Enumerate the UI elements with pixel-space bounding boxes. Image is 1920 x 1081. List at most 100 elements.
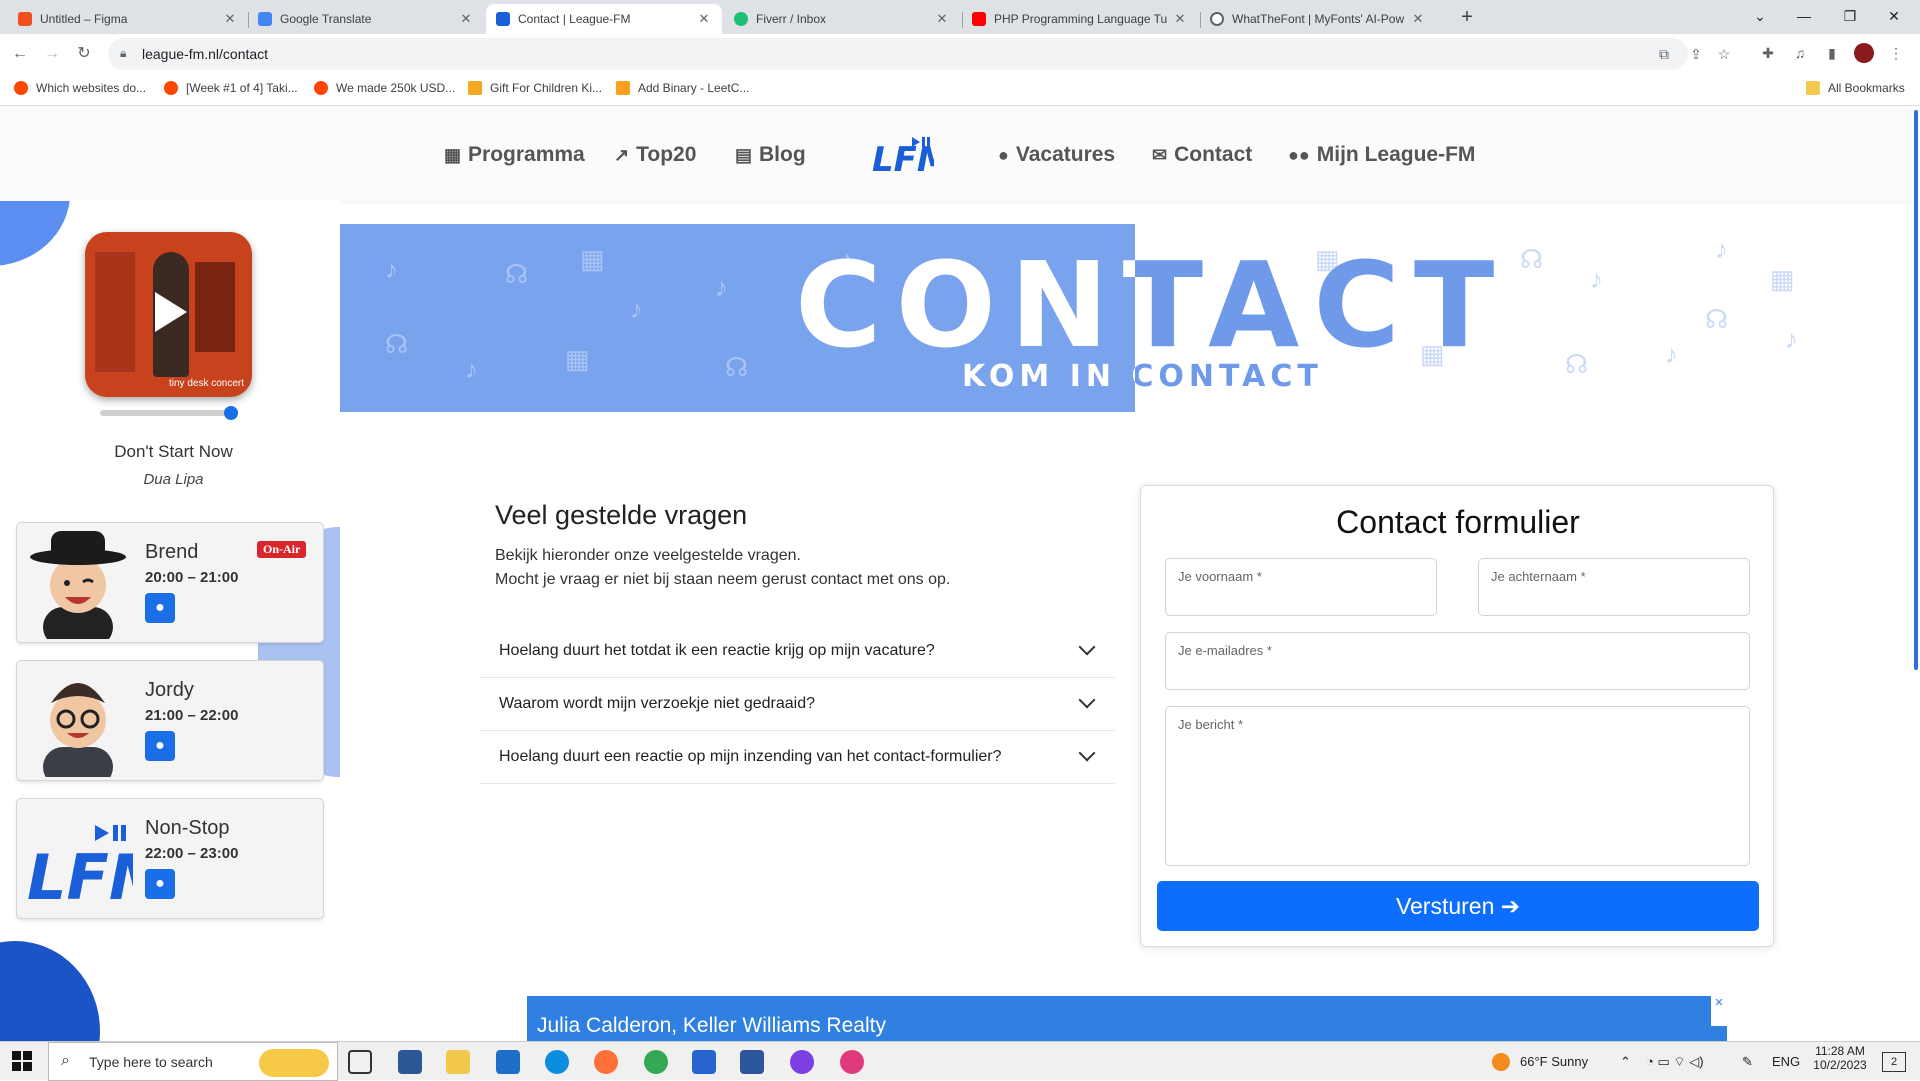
faq-question: Waarom wordt mijn verzoekje niet gedraai…: [499, 695, 815, 712]
word-icon[interactable]: [740, 1050, 764, 1074]
bookmark-item[interactable]: [Week #1 of 4] Taki...: [164, 81, 298, 95]
sidepanel-icon[interactable]: ▮: [1822, 43, 1842, 63]
ad-banner[interactable]: Julia Calderon, Keller Williams Realty ✕: [527, 996, 1727, 1041]
share-icon[interactable]: ⇪: [1686, 44, 1706, 64]
league-fm-logo[interactable]: LFM: [870, 127, 934, 183]
tab-google-translate[interactable]: Google Translate ✕: [248, 4, 484, 34]
nav-vacatures[interactable]: ● Vacatures: [998, 143, 1115, 167]
tab-youtube[interactable]: PHP Programming Language Tu ✕: [962, 4, 1198, 34]
submit-button[interactable]: Versturen ➔: [1157, 881, 1759, 931]
pen-icon[interactable]: ✎: [1742, 1054, 1753, 1070]
leetcode-icon: [616, 81, 630, 95]
faq-item[interactable]: Waarom wordt mijn verzoekje niet gedraai…: [479, 678, 1115, 731]
schedule-card[interactable]: Jordy 21:00 – 22:00 ●: [16, 660, 324, 781]
banner-title: CONTACT KOM IN CONTACT CONTACT KOM IN CO…: [795, 236, 1494, 394]
forward-icon[interactable]: →: [40, 42, 64, 66]
firefox-icon[interactable]: [594, 1050, 618, 1074]
host-profile-button[interactable]: ●: [145, 593, 175, 623]
chrome-icon[interactable]: [644, 1050, 668, 1074]
faq-question: Hoelang duurt een reactie op mijn inzend…: [499, 748, 1002, 765]
url-field[interactable]: 🔒︎ league-fm.nl/contact ⧉ ⇪ ☆: [108, 38, 1730, 70]
bookmark-item[interactable]: We made 250k USD...: [314, 81, 455, 95]
faq-item[interactable]: Hoelang duurt een reactie op mijn inzend…: [479, 731, 1115, 784]
message-field[interactable]: Je bericht *: [1165, 706, 1750, 866]
menu-icon[interactable]: ⋮: [1886, 43, 1906, 63]
faq-title: Veel gestelde vragen: [495, 500, 748, 530]
bookmark-label: Which websites do...: [36, 81, 147, 95]
close-icon[interactable]: ✕: [934, 11, 950, 27]
nav-top20[interactable]: ↗ Top20: [614, 143, 696, 167]
bookmark-item[interactable]: Which websites do...: [14, 81, 146, 95]
scrollbar-thumb[interactable]: [1914, 110, 1918, 670]
translate-page-icon[interactable]: ⧉: [1654, 44, 1674, 64]
lastname-field[interactable]: Je achternaam *: [1478, 558, 1750, 616]
all-bookmarks[interactable]: All Bookmarks: [1806, 81, 1905, 95]
close-icon[interactable]: ✕: [458, 11, 474, 27]
tab-league-fm[interactable]: Contact | League-FM ✕: [486, 4, 722, 34]
clock[interactable]: 11:28 AM 10/2/2023: [1808, 1044, 1872, 1072]
messenger-icon[interactable]: [790, 1050, 814, 1074]
mail-icon[interactable]: [496, 1050, 520, 1074]
close-icon[interactable]: ✕: [222, 11, 238, 27]
decor-blob: [0, 941, 100, 1041]
close-icon[interactable]: ✕: [1172, 11, 1188, 27]
maximize-button[interactable]: ❐: [1830, 4, 1870, 28]
app-icon[interactable]: [840, 1050, 864, 1074]
extensions-icon[interactable]: ✚: [1758, 43, 1778, 63]
nav-contact[interactable]: ✉ Contact: [1152, 143, 1252, 167]
language-indicator[interactable]: ENG: [1772, 1054, 1800, 1069]
schedule-card[interactable]: LFM Non-Stop 22:00 – 23:00 ●: [16, 798, 324, 919]
tab-title: Google Translate: [280, 12, 372, 26]
todo-icon[interactable]: [692, 1050, 716, 1074]
bookmark-item[interactable]: Add Binary - LeetC...: [616, 81, 749, 95]
reload-icon[interactable]: ↻: [72, 42, 96, 66]
nav-blog[interactable]: ▤ Blog: [735, 143, 806, 167]
back-icon[interactable]: ←: [8, 42, 32, 66]
edge-icon[interactable]: [545, 1050, 569, 1074]
site-header: ▦ Programma ↗ Top20 ▤ Blog LFM ● Vacatures ✉…: [0, 107, 1912, 201]
tab-fiverr[interactable]: Fiverr / Inbox ✕: [724, 4, 960, 34]
schedule-card[interactable]: Brend On-Air 20:00 – 21:00 ●: [16, 522, 324, 643]
taskbar-search[interactable]: ⌕ Type here to search: [48, 1042, 338, 1081]
firstname-field[interactable]: Je voornaam *: [1165, 558, 1437, 616]
store-icon[interactable]: [398, 1050, 422, 1074]
host-profile-button[interactable]: ●: [145, 869, 175, 899]
tray-chevron-icon[interactable]: ⌃: [1620, 1054, 1631, 1070]
chevron-down-icon: [1078, 744, 1096, 762]
close-window-button[interactable]: ✕: [1874, 4, 1914, 28]
chevron-down-icon: [1078, 638, 1096, 656]
ad-close-icon[interactable]: ✕: [1711, 996, 1727, 1026]
bookmark-star-icon[interactable]: ☆: [1714, 44, 1734, 64]
submit-label: Versturen: [1395, 893, 1495, 919]
file-explorer-icon[interactable]: [446, 1050, 470, 1074]
progress-handle[interactable]: [224, 406, 238, 420]
tab-search-icon[interactable]: ⌄: [1740, 4, 1780, 28]
faq-item[interactable]: Hoelang duurt het totdat ik een reactie …: [479, 625, 1115, 678]
user-icon: ●: [155, 599, 165, 616]
bookmark-item[interactable]: Gift For Children Ki...: [468, 81, 602, 95]
translate-icon: [258, 12, 272, 26]
close-icon[interactable]: ✕: [696, 11, 712, 27]
tab-strip: Untitled – Figma ✕ Google Translate ✕ Co…: [0, 0, 1920, 34]
notifications-icon[interactable]: 2: [1882, 1052, 1906, 1072]
progress-bar[interactable]: [100, 410, 234, 416]
task-view-icon[interactable]: [348, 1050, 372, 1074]
avatar[interactable]: [1854, 43, 1874, 63]
now-playing-cover[interactable]: tiny desk concert: [85, 232, 252, 397]
minimize-button[interactable]: —: [1784, 4, 1824, 28]
windows-start-icon[interactable]: [12, 1051, 32, 1071]
new-tab-button[interactable]: +: [1455, 6, 1479, 30]
host-profile-button[interactable]: ●: [145, 731, 175, 761]
play-icon[interactable]: [155, 292, 187, 332]
network-icon[interactable]: ◔ ▭ ⌔ ◁): [1646, 1054, 1704, 1070]
nav-programma[interactable]: ▦ Programma: [444, 143, 585, 167]
media-icon[interactable]: ♫: [1790, 43, 1810, 63]
close-icon[interactable]: ✕: [1410, 11, 1426, 27]
nav-mijn-league-fm[interactable]: ●● Mijn League-FM: [1288, 143, 1475, 167]
logo-text: LFM: [27, 841, 133, 914]
bookmark-label: [Week #1 of 4] Taki...: [186, 81, 298, 95]
weather-text[interactable]: 66°F Sunny: [1520, 1054, 1588, 1069]
tab-figma[interactable]: Untitled – Figma ✕: [8, 4, 248, 34]
email-field[interactable]: Je e-mailadres *: [1165, 632, 1750, 690]
tab-whatthefont[interactable]: WhatTheFont | MyFonts' AI-Pow ✕: [1200, 4, 1436, 34]
